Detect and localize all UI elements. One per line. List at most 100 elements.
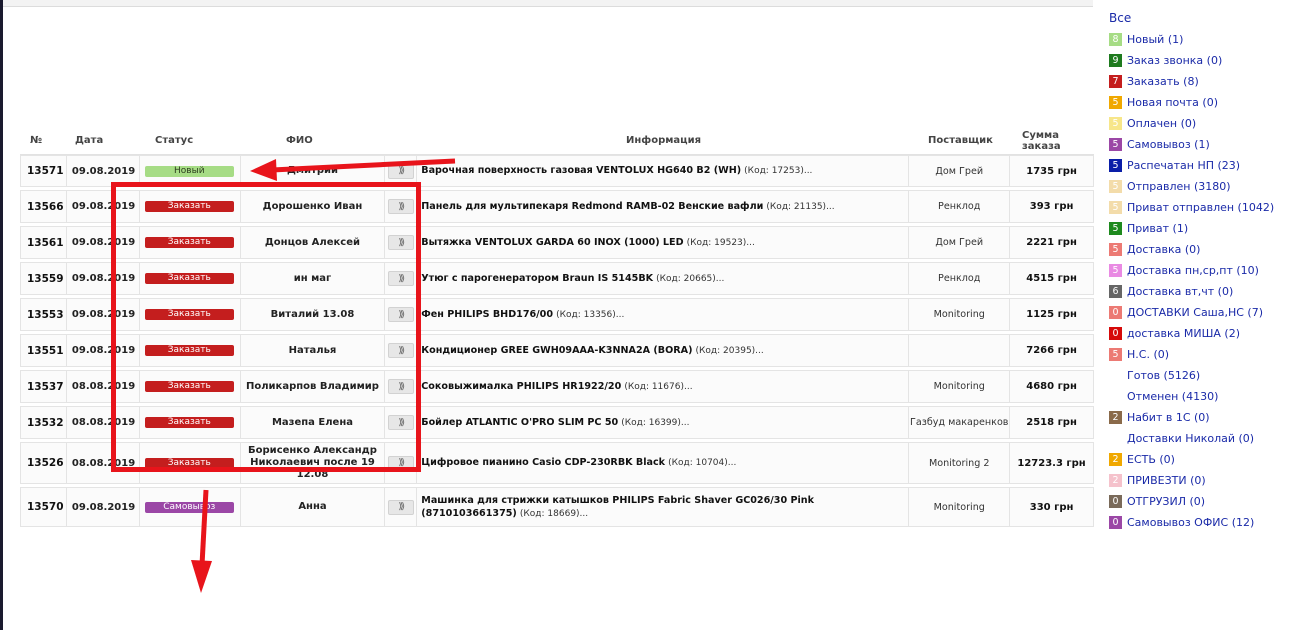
double-chevron-right-icon[interactable]: ⟩⟩⟩ [387, 199, 414, 214]
header-supplier[interactable]: Поставщик [910, 135, 1011, 146]
status-filter-label[interactable]: Отменен (4130) [1127, 390, 1218, 403]
table-row[interactable]: 13561 09.08.2019 Заказать Донцов Алексей ⟩⟩⟩… [20, 226, 1094, 259]
product-name[interactable]: Кондиционер GREE GWH09AAA-K3NNA2A (BORA) [421, 345, 692, 356]
status-filter-label[interactable]: Доставка пн,ср,пт (10) [1127, 264, 1259, 277]
status-filter-item[interactable]: 0 ДОСТАВКИ Саша,НС (7) [1109, 306, 1297, 319]
filter-all-link[interactable]: Все [1109, 11, 1297, 25]
table-row[interactable]: 13570 09.08.2019 Самовывоз Анна ⟩⟩⟩ Машинка д… [20, 487, 1094, 527]
status-filter-item[interactable]: 7 Заказать (8) [1109, 75, 1297, 88]
status-filter-item[interactable]: 5 Самовывоз (1) [1109, 138, 1297, 151]
status-filter-label[interactable]: ОТГРУЗИЛ (0) [1127, 495, 1205, 508]
status-filter-label[interactable]: Самовывоз (1) [1127, 138, 1210, 151]
product-name[interactable]: Варочная поверхность газовая VENTOLUX HG… [421, 165, 741, 176]
table-row[interactable]: 13532 08.08.2019 Заказать Мазепа Елена ⟩⟩⟩ Бо… [20, 406, 1094, 439]
order-number[interactable]: 13551 [21, 335, 67, 366]
order-number[interactable]: 13526 [21, 443, 67, 483]
double-chevron-right-icon[interactable]: ⟩⟩⟩ [387, 235, 414, 250]
status-filter-item[interactable]: 2 Набит в 1С (0) [1109, 411, 1297, 424]
header-fio[interactable]: ФИО [240, 135, 385, 146]
status-filter-label[interactable]: Новый (1) [1127, 33, 1183, 46]
status-filter-item[interactable]: 5 Оплачен (0) [1109, 117, 1297, 130]
double-chevron-right-icon[interactable]: ⟩⟩⟩ [387, 499, 414, 515]
status-filter-label[interactable]: Н.С. (0) [1127, 348, 1169, 361]
status-filter-item[interactable]: 5 Приват отправлен (1042) [1109, 201, 1297, 214]
order-number[interactable]: 13553 [21, 299, 67, 330]
status-filter-label[interactable]: Заказать (8) [1127, 75, 1199, 88]
product-name[interactable]: Соковыжималка PHILIPS HR1922/20 [421, 381, 621, 392]
status-badge[interactable]: Новый [144, 165, 234, 177]
status-filter-label[interactable]: доставка МИША (2) [1127, 327, 1240, 340]
status-filter-item[interactable]: 2 ЕСТЬ (0) [1109, 453, 1297, 466]
product-name[interactable]: Цифровое пианино Casio CDP-230RBK Black [421, 457, 665, 468]
table-row[interactable]: 13571 09.08.2019 Новый Дмитрий ⟩⟩⟩ Варочная п… [20, 155, 1094, 187]
status-filter-label[interactable]: Доставка (0) [1127, 243, 1200, 256]
status-filter-item[interactable]: 0 Самовывоз ОФИС (12) [1109, 516, 1297, 529]
status-badge[interactable]: Заказать [144, 237, 234, 248]
status-filter-item[interactable]: 5 Отправлен (3180) [1109, 180, 1297, 193]
status-filter-label[interactable]: Отправлен (3180) [1127, 180, 1231, 193]
header-sum[interactable]: Сумма заказа [1011, 130, 1081, 152]
status-filter-item[interactable]: Готов (5126) [1109, 369, 1297, 382]
status-filter-label[interactable]: Распечатан НП (23) [1127, 159, 1240, 172]
table-row[interactable]: 13537 08.08.2019 Заказать Поликарпов Владим… [20, 370, 1094, 403]
order-number[interactable]: 13561 [21, 227, 67, 258]
product-name[interactable]: Вытяжка VENTOLUX GARDA 60 INOX (1000) LE… [421, 237, 683, 248]
status-filter-label[interactable]: Самовывоз ОФИС (12) [1127, 516, 1254, 529]
product-name[interactable]: Панель для мультипекаря Redmond RAMB-02 … [421, 201, 763, 212]
status-filter-label[interactable]: Оплачен (0) [1127, 117, 1196, 130]
status-filter-label[interactable]: Приват отправлен (1042) [1127, 201, 1274, 214]
status-badge[interactable]: Заказать [144, 457, 234, 469]
status-filter-label[interactable]: Новая почта (0) [1127, 96, 1218, 109]
order-number[interactable]: 13559 [21, 263, 67, 294]
status-filter-item[interactable]: Отменен (4130) [1109, 390, 1297, 403]
order-number[interactable]: 13571 [21, 156, 67, 186]
status-badge[interactable]: Заказать [144, 381, 234, 392]
double-chevron-right-icon[interactable]: ⟩⟩⟩ [387, 163, 414, 179]
double-chevron-right-icon[interactable]: ⟩⟩⟩ [387, 343, 414, 358]
double-chevron-right-icon[interactable]: ⟩⟩⟩ [387, 455, 414, 471]
status-filter-label[interactable]: Доставки Николай (0) [1127, 432, 1254, 445]
status-filter-item[interactable]: 0 доставка МИША (2) [1109, 327, 1297, 340]
status-filter-item[interactable]: Доставки Николай (0) [1109, 432, 1297, 445]
status-filter-label[interactable]: Приват (1) [1127, 222, 1188, 235]
status-badge[interactable]: Заказать [144, 201, 234, 212]
status-filter-item[interactable]: 8 Новый (1) [1109, 33, 1297, 46]
product-name[interactable]: Бойлер ATLANTIC O'PRO SLIM PC 50 [421, 417, 618, 428]
product-name[interactable]: Утюг с парогенератором Braun IS 5145BK [421, 273, 653, 284]
order-number[interactable]: 13537 [21, 371, 67, 402]
table-row[interactable]: 13526 08.08.2019 Заказать Борисенко Алексан… [20, 442, 1094, 484]
status-filter-item[interactable]: 9 Заказ звонка (0) [1109, 54, 1297, 67]
status-filter-label[interactable]: ЕСТЬ (0) [1127, 453, 1175, 466]
status-badge[interactable]: Самовывоз [144, 501, 234, 513]
product-name[interactable]: Машинка для стрижки катышков PHILIPS Fab… [421, 495, 814, 519]
status-filter-label[interactable]: Готов (5126) [1127, 369, 1200, 382]
status-badge[interactable]: Заказать [144, 273, 234, 284]
status-filter-item[interactable]: 0 ОТГРУЗИЛ (0) [1109, 495, 1297, 508]
double-chevron-right-icon[interactable]: ⟩⟩⟩ [387, 271, 414, 286]
status-filter-label[interactable]: Набит в 1С (0) [1127, 411, 1210, 424]
table-row[interactable]: 13553 09.08.2019 Заказать Виталий 13.08 ⟩⟩⟩ Ф… [20, 298, 1094, 331]
table-row[interactable]: 13566 09.08.2019 Заказать Дорошенко Иван ⟩⟩⟩… [20, 190, 1094, 223]
table-row[interactable]: 13559 09.08.2019 Заказать ин маг ⟩⟩⟩ Утюг с п… [20, 262, 1094, 295]
header-status[interactable]: Статус [139, 135, 240, 146]
order-number[interactable]: 13532 [21, 407, 67, 438]
header-date[interactable]: Дата [66, 135, 139, 146]
header-info[interactable]: Информация [417, 135, 910, 146]
header-num[interactable]: № [20, 135, 66, 146]
status-filter-item[interactable]: 6 Доставка вт,чт (0) [1109, 285, 1297, 298]
status-filter-item[interactable]: 5 Н.С. (0) [1109, 348, 1297, 361]
product-name[interactable]: Фен PHILIPS BHD176/00 [421, 309, 553, 320]
status-badge[interactable]: Заказать [144, 345, 234, 356]
status-filter-label[interactable]: Доставка вт,чт (0) [1127, 285, 1233, 298]
status-badge[interactable]: Заказать [144, 417, 234, 428]
double-chevron-right-icon[interactable]: ⟩⟩⟩ [387, 307, 414, 322]
status-filter-item[interactable]: 2 ПРИВЕЗТИ (0) [1109, 474, 1297, 487]
order-number[interactable]: 13566 [21, 191, 67, 222]
status-filter-label[interactable]: ДОСТАВКИ Саша,НС (7) [1127, 306, 1263, 319]
status-filter-item[interactable]: 5 Доставка пн,ср,пт (10) [1109, 264, 1297, 277]
order-number[interactable]: 13570 [21, 488, 67, 526]
status-filter-item[interactable]: 5 Распечатан НП (23) [1109, 159, 1297, 172]
status-filter-item[interactable]: 5 Доставка (0) [1109, 243, 1297, 256]
table-row[interactable]: 13551 09.08.2019 Заказать Наталья ⟩⟩⟩ Кондици… [20, 334, 1094, 367]
double-chevron-right-icon[interactable]: ⟩⟩⟩ [387, 415, 414, 430]
